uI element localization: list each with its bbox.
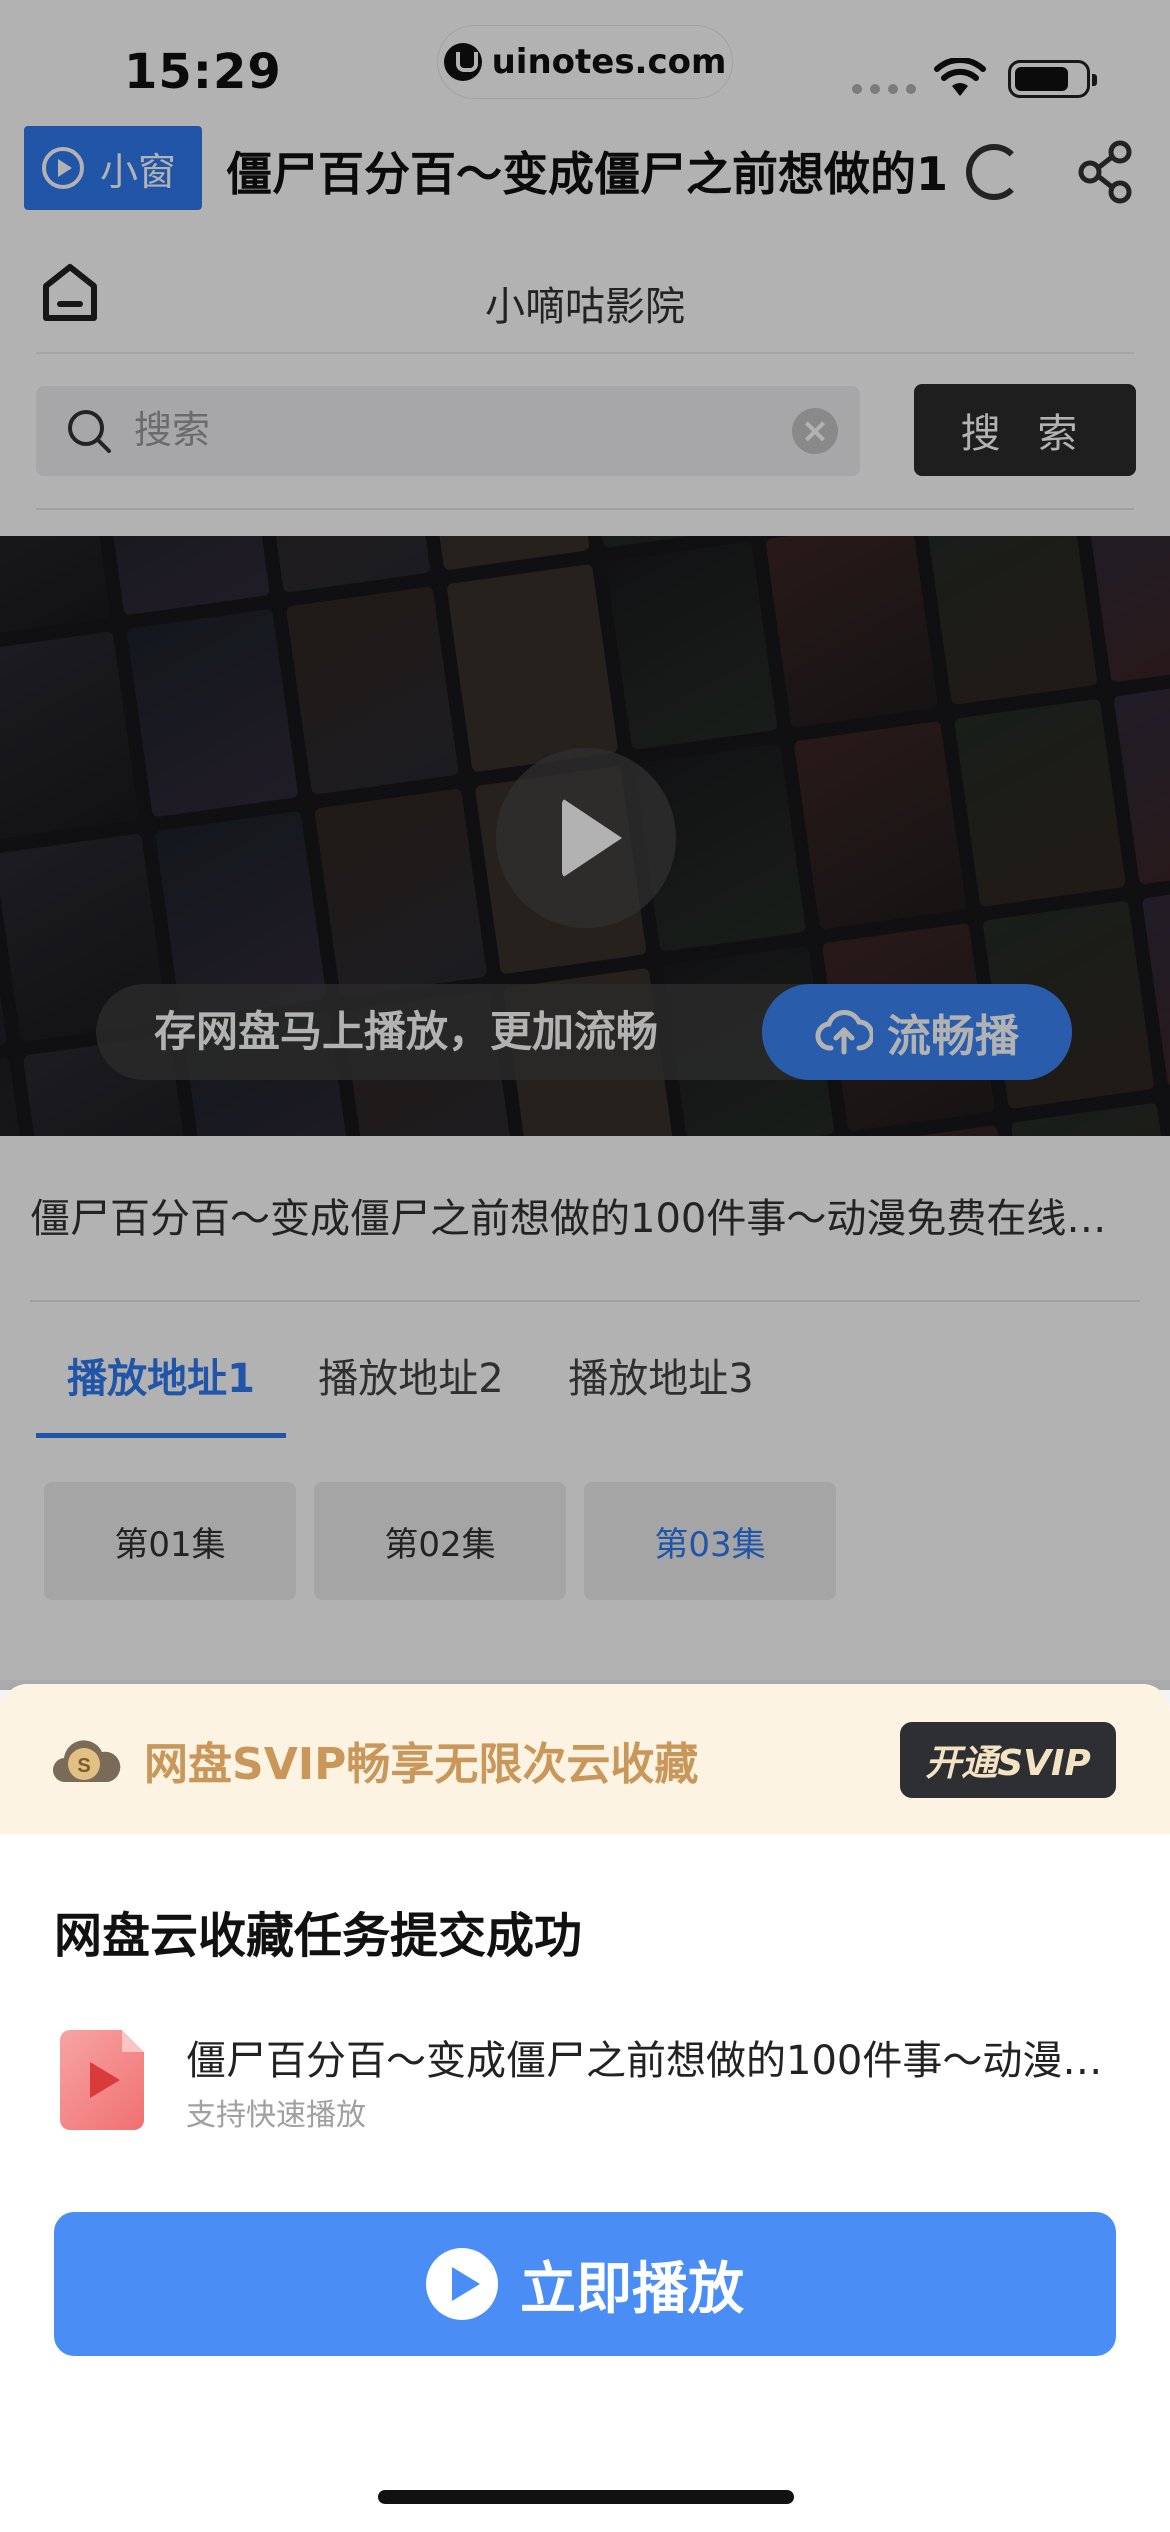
open-svip-button[interactable]: 开通SVIP	[900, 1722, 1116, 1798]
play-now-label: 立即播放	[520, 2256, 744, 2322]
file-name: 僵尸百分百～变成僵尸之前想做的100件事～动漫免费在线观看	[186, 2038, 1116, 2084]
cloud-save-sheet: S 网盘SVIP畅享无限次云收藏 开通SVIP 网盘云收藏任务提交成功 僵尸百分…	[0, 1684, 1170, 2532]
video-file-icon	[60, 2030, 144, 2130]
modal-backdrop[interactable]	[0, 0, 1170, 1690]
home-indicator[interactable]	[378, 2490, 794, 2504]
play-icon	[426, 2248, 498, 2320]
sheet-body: 网盘云收藏任务提交成功 僵尸百分百～变成僵尸之前想做的100件事～动漫免费在线观…	[0, 1834, 1170, 2532]
file-subtitle: 支持快速播放	[186, 2098, 366, 2133]
svg-text:S: S	[77, 1755, 90, 1777]
sheet-title: 网盘云收藏任务提交成功	[54, 1908, 583, 1964]
svip-cloud-coin-icon: S	[52, 1740, 121, 1783]
svip-promo-text: 网盘SVIP畅享无限次云收藏	[144, 1739, 699, 1790]
play-now-button[interactable]: 立即播放	[54, 2212, 1116, 2356]
svip-banner: S 网盘SVIP畅享无限次云收藏 开通SVIP	[0, 1684, 1170, 1834]
